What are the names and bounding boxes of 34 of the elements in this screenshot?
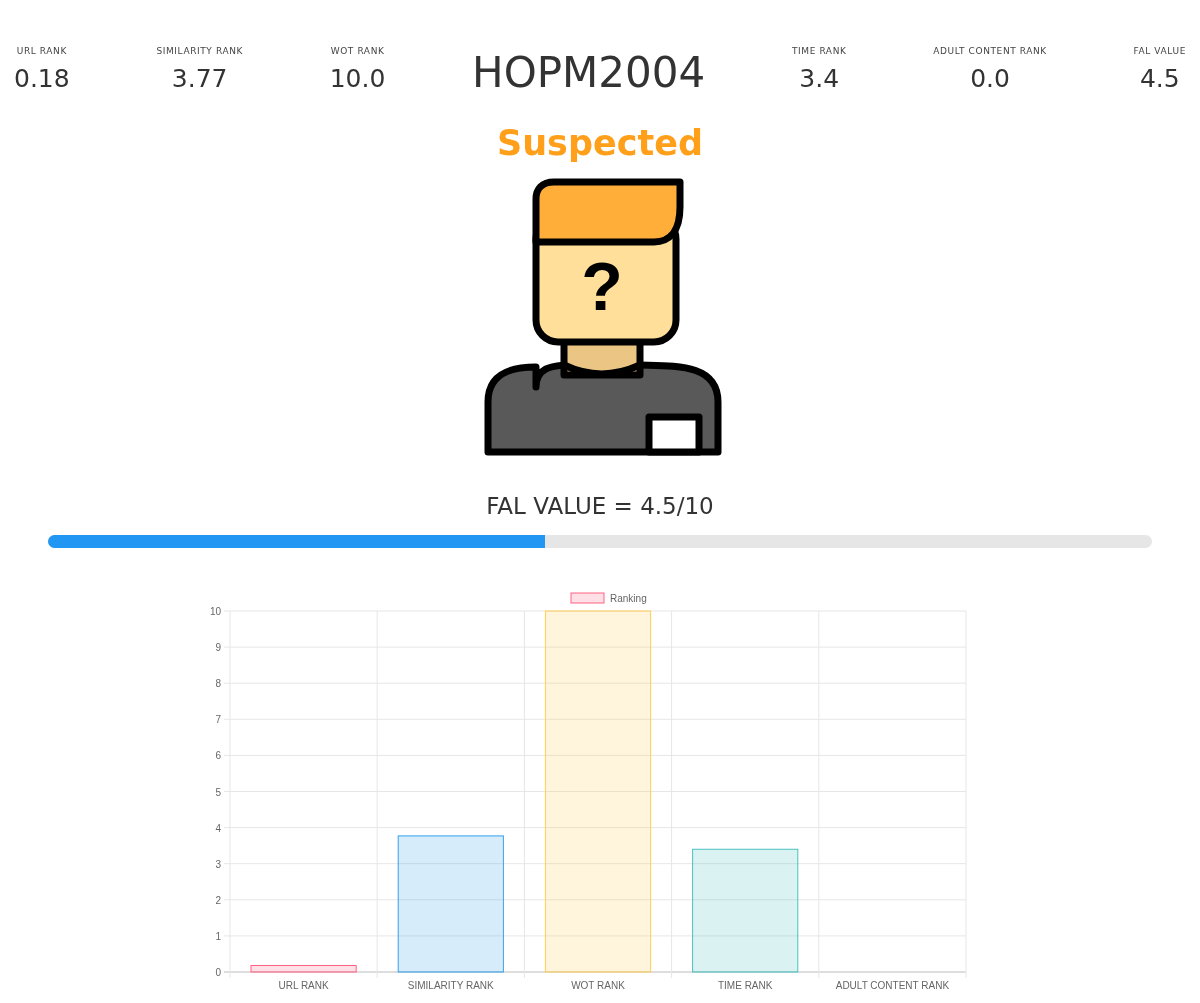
y-tick-label: 9 bbox=[215, 642, 221, 654]
x-tick-label: URL RANK bbox=[278, 980, 329, 991]
stat-value: 0.0 bbox=[970, 64, 1010, 93]
stat-label: WOT RANK bbox=[330, 46, 385, 56]
y-tick-label: 3 bbox=[215, 858, 221, 870]
question-mark: ? bbox=[580, 248, 623, 324]
x-tick-label: WOT RANK bbox=[571, 980, 625, 991]
y-tick-label: 2 bbox=[215, 894, 221, 906]
status-text: Suspected bbox=[497, 123, 703, 163]
stat-label: ADULT CONTENT RANK bbox=[933, 46, 1047, 56]
stat-label: SIMILARITY RANK bbox=[156, 46, 243, 56]
y-tick-label: 1 bbox=[215, 930, 221, 942]
x-tick-label: TIME RANK bbox=[717, 980, 773, 991]
legend-swatch bbox=[570, 592, 605, 604]
stat-label: FAL VALUE bbox=[1133, 46, 1186, 56]
x-tick-label: SIMILARITY RANK bbox=[407, 980, 494, 991]
legend-label: Ranking bbox=[610, 593, 647, 604]
y-tick-label: 7 bbox=[215, 714, 221, 726]
stat-label: TIME RANK bbox=[791, 46, 847, 56]
stat-label: URL RANK bbox=[16, 46, 67, 56]
y-tick-label: 6 bbox=[215, 750, 221, 762]
stat-value: 3.4 bbox=[799, 64, 840, 93]
y-tick-label: 5 bbox=[215, 786, 221, 798]
page-title: HOPM2004 bbox=[472, 48, 706, 97]
stat-value: 4.5 bbox=[1139, 64, 1180, 93]
stat-value: 10.0 bbox=[329, 64, 386, 93]
stat-value: 3.77 bbox=[171, 64, 228, 93]
x-tick-label: ADULT CONTENT RANK bbox=[835, 980, 950, 991]
y-tick-label: 0 bbox=[215, 967, 221, 978]
y-tick-label: 4 bbox=[215, 822, 221, 834]
y-tick-label: 8 bbox=[215, 678, 221, 690]
y-tick-label: 10 bbox=[209, 606, 221, 617]
fal-heading: FAL VALUE = 4.5/10 bbox=[486, 493, 714, 519]
stat-value: 0.18 bbox=[14, 64, 70, 93]
